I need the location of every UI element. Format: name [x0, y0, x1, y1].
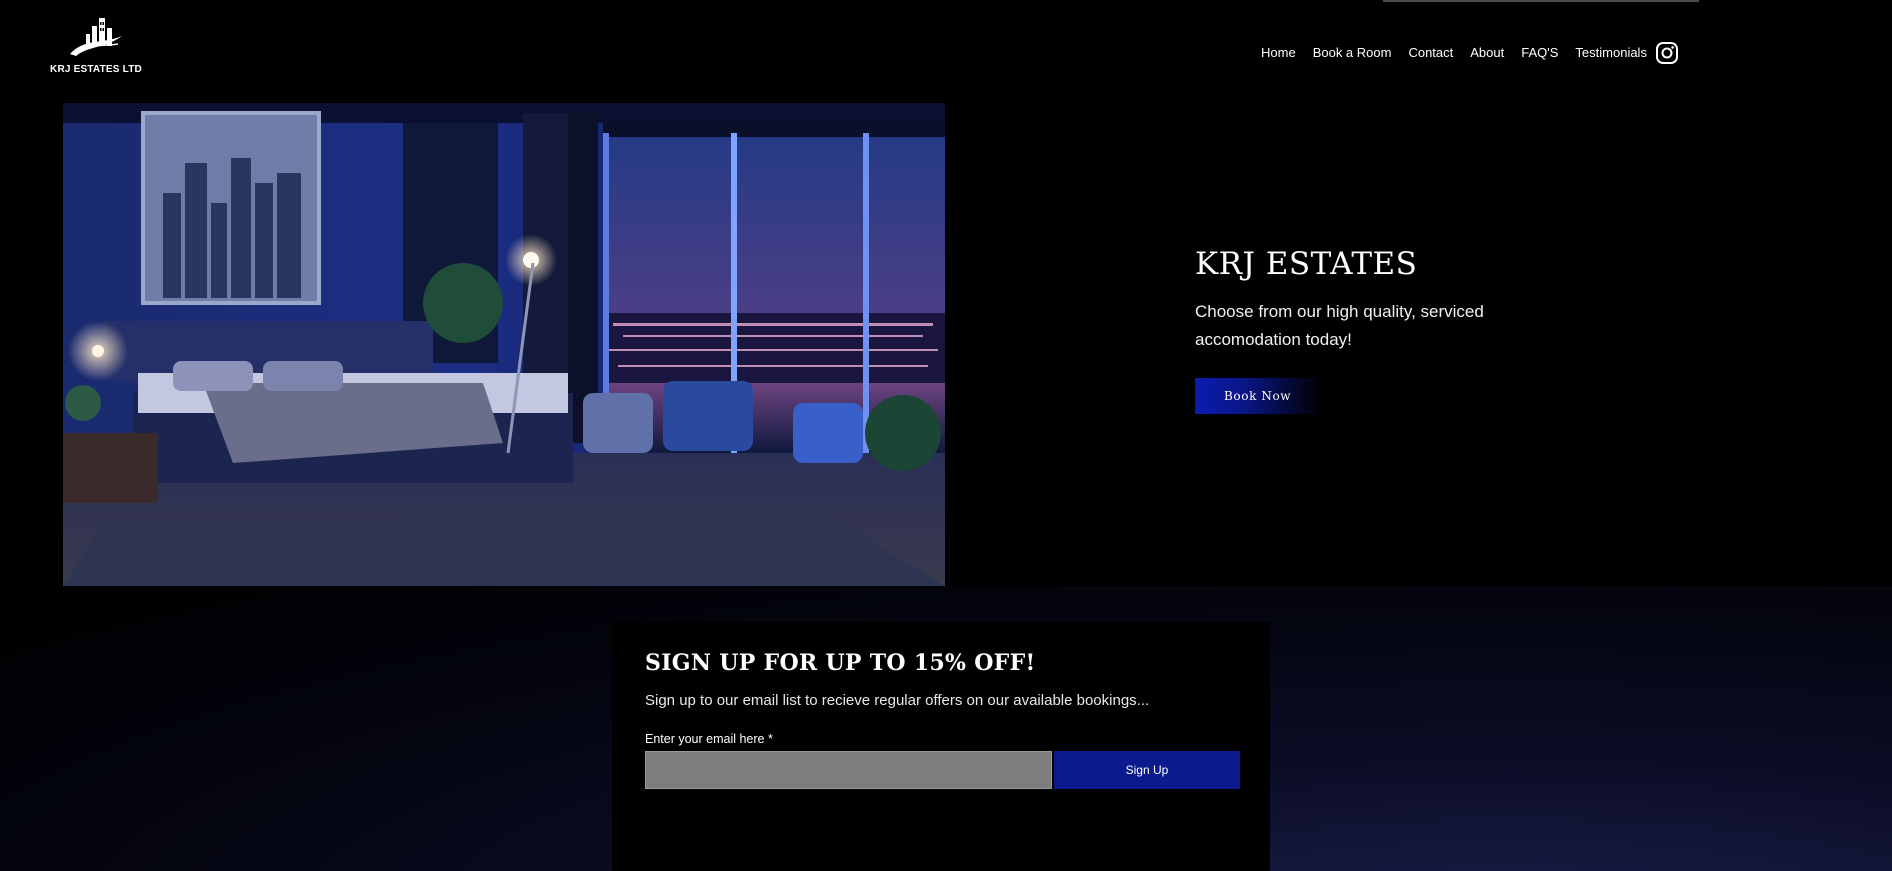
nav-faqs[interactable]: FAQ'S — [1521, 45, 1558, 60]
nav-home[interactable]: Home — [1261, 45, 1296, 60]
scroll-indicator — [1383, 0, 1699, 2]
sign-up-button[interactable]: Sign Up — [1054, 751, 1240, 789]
brand-logo[interactable]: KRJ ESTATES LTD — [48, 14, 144, 76]
hero-title: KRJ ESTATES — [1195, 246, 1418, 282]
nav-about[interactable]: About — [1470, 45, 1504, 60]
hero-content: KRJ ESTATES Choose from our high quality… — [1195, 246, 1615, 414]
signup-subtitle: Sign up to our email list to recieve reg… — [645, 692, 1150, 709]
nav-contact[interactable]: Contact — [1408, 45, 1453, 60]
email-field[interactable] — [645, 751, 1052, 789]
nav-testimonials[interactable]: Testimonials — [1575, 45, 1647, 60]
instagram-icon[interactable] — [1655, 41, 1679, 65]
main-nav: Home Book a Room Contact About FAQ'S Tes… — [1261, 45, 1664, 60]
signup-card: SIGN UP FOR UP TO 15% OFF! Sign up to ou… — [612, 622, 1270, 871]
building-logo-icon — [70, 18, 122, 56]
hero-subtitle: Choose from our high quality, serviced a… — [1195, 302, 1484, 349]
email-label: Enter your email here * — [645, 732, 773, 746]
page: KRJ ESTATES LTD Home Book a Room Contact… — [0, 0, 1892, 871]
book-now-button[interactable]: Book Now — [1195, 378, 1321, 414]
brand-name: KRJ ESTATES LTD — [50, 64, 142, 75]
hero-image — [63, 103, 945, 586]
signup-title: SIGN UP FOR UP TO 15% OFF! — [645, 650, 1036, 676]
nav-book-a-room[interactable]: Book a Room — [1313, 45, 1392, 60]
